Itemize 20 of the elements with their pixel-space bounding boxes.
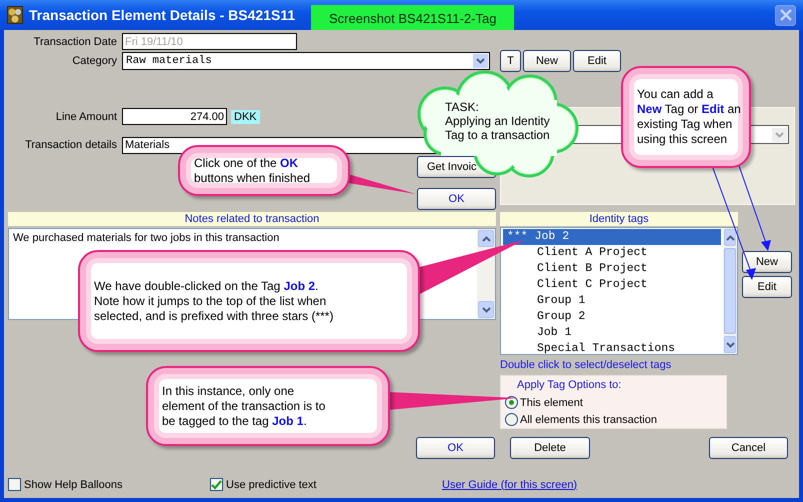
field-label: Transaction details — [24, 139, 118, 151]
notes-text: We purchased materials for two jobs in this transaction — [12, 231, 280, 246]
checkbox-label: Show Help Balloons — [24, 478, 122, 490]
tooltip-text: You can add a New Tag or Edit an existing Tag when using this screen — [637, 87, 741, 147]
checkbox-label: Use predictive text — [226, 478, 316, 490]
section-header: Identity tags — [500, 212, 738, 226]
field-label: Line Amount — [54, 110, 118, 122]
radio-label: This element — [520, 396, 583, 409]
radio-label: All elements this transaction — [520, 414, 657, 426]
options-title: Apply Tag Options to: — [516, 379, 622, 393]
field-label: Transaction Date — [32, 36, 118, 48]
section-header: Notes related to transaction — [8, 212, 496, 226]
window-title: Transaction Element Details - BS421S11 — [29, 7, 296, 23]
hint-text: Double click to select/deselect tags — [500, 359, 672, 371]
tooltip-text: We have double-clicked on the Tag Job 2. Note how it jumps to the top of the list when selected, and is prefixed with three stars (***) — [94, 278, 334, 324]
field-label: Category — [71, 55, 118, 67]
tooltip-text: Click one of the OK buttons when finished — [194, 156, 310, 186]
tooltip-text: In this instance, only one element of the transaction is to be tagged to the tag Job 1. — [162, 384, 326, 428]
banner-label: Screenshot BS421S11-2-Tag — [311, 5, 514, 31]
currency-tag: DKK — [231, 110, 260, 124]
